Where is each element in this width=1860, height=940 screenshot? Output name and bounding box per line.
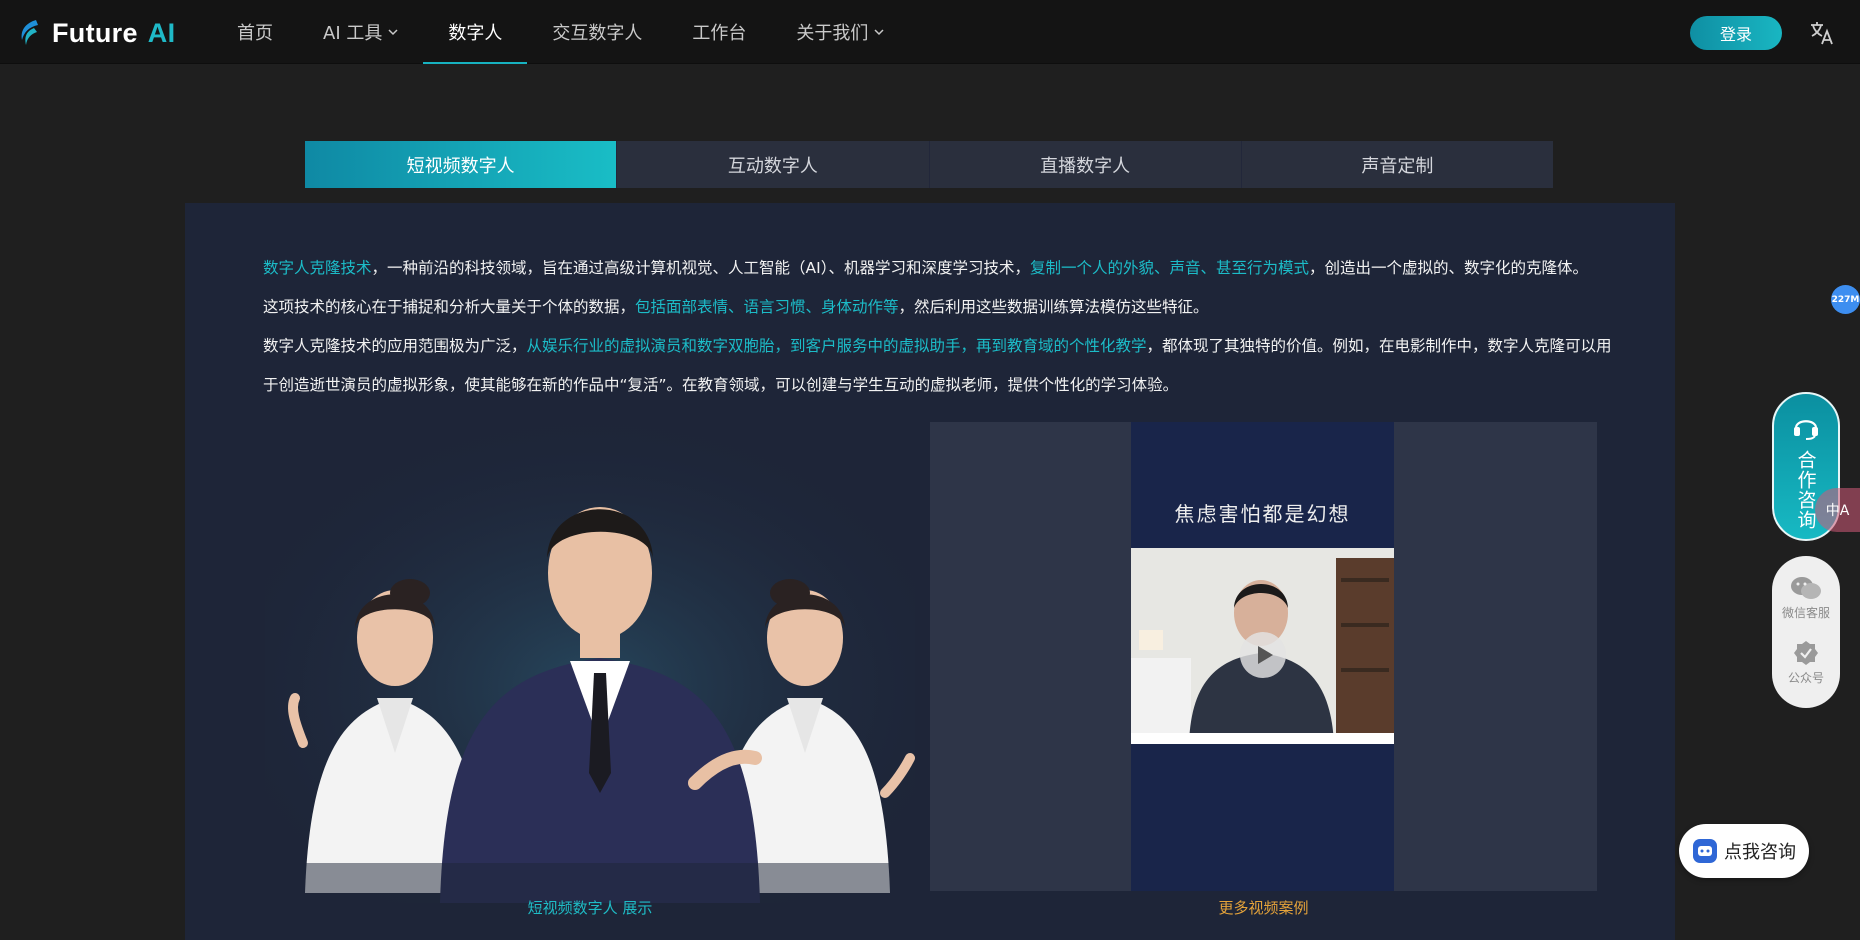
- memory-badge[interactable]: 227M: [1831, 285, 1860, 314]
- logo-icon: [21, 20, 38, 45]
- click-to-consult-label: 点我咨询: [1724, 842, 1796, 863]
- verified-badge-icon: [1793, 641, 1818, 665]
- nav-interactive-digital-human[interactable]: 交互数字人: [527, 0, 667, 64]
- official-account-button[interactable]: 公众号: [1788, 639, 1824, 686]
- main-nav: 首页 AI 工具 数字人 交互数字人 工作台 关于我们: [212, 0, 909, 64]
- cooperation-consult-label: 合作咨询: [1794, 450, 1817, 530]
- click-to-consult-button[interactable]: 点我咨询: [1679, 824, 1809, 878]
- nav-workbench[interactable]: 工作台: [667, 0, 771, 64]
- wechat-icon: [1790, 577, 1821, 599]
- showcase-caption-link[interactable]: 短视频数字人 展示: [265, 897, 915, 918]
- description-text: 数字人克隆技术，一种前沿的科技领域，旨在通过高级计算机视觉、人工智能（AI）、机…: [263, 259, 1612, 394]
- contact-side-card: 微信客服 公众号: [1772, 556, 1840, 708]
- tab-voice-customization[interactable]: 声音定制: [1242, 141, 1553, 188]
- nav-digital-human[interactable]: 数字人: [423, 0, 528, 64]
- logo[interactable]: Future AI: [16, 16, 175, 50]
- tab-interactive-digital-human[interactable]: 互动数字人: [617, 141, 930, 188]
- top-navbar: Future AI 首页 AI 工具 数字人 交互数字人 工作台 关于我们 登录: [0, 0, 1860, 64]
- wechat-service-button[interactable]: 微信客服: [1782, 574, 1830, 621]
- translate-icon[interactable]: [1808, 19, 1836, 47]
- content-panel: 数字人克隆技术，一种前沿的科技领域，旨在通过高级计算机视觉、人工智能（AI）、机…: [185, 203, 1675, 940]
- wechat-service-label: 微信客服: [1781, 606, 1830, 620]
- logo-ai-text: AI: [147, 17, 176, 48]
- chevron-down-icon: [874, 29, 884, 36]
- video-player[interactable]: 焦虑害怕都是幻想: [930, 422, 1597, 891]
- chevron-down-icon: [388, 29, 398, 36]
- more-video-cases-link[interactable]: 更多视频案例: [930, 897, 1597, 918]
- video-title: 焦虑害怕都是幻想: [1174, 502, 1351, 526]
- digital-human-showcase-image: [265, 423, 915, 903]
- video-frame: 焦虑害怕都是幻想: [1131, 422, 1394, 891]
- tab-live-digital-human[interactable]: 直播数字人: [930, 141, 1242, 188]
- nav-about-us[interactable]: 关于我们: [771, 0, 909, 64]
- nav-ai-tools[interactable]: AI 工具: [298, 0, 423, 64]
- login-button[interactable]: 登录: [1690, 16, 1782, 50]
- logo-text: Future: [52, 17, 138, 48]
- headset-icon: [1794, 420, 1818, 440]
- nav-home[interactable]: 首页: [212, 0, 298, 64]
- chat-bot-icon: [1693, 839, 1717, 863]
- tab-short-video-digital-human[interactable]: 短视频数字人: [305, 141, 618, 188]
- play-icon[interactable]: [1240, 632, 1286, 678]
- category-tabs: 短视频数字人 互动数字人 直播数字人 声音定制: [305, 141, 1553, 188]
- official-account-label: 公众号: [1787, 671, 1824, 685]
- language-toggle[interactable]: 中A: [1815, 488, 1860, 532]
